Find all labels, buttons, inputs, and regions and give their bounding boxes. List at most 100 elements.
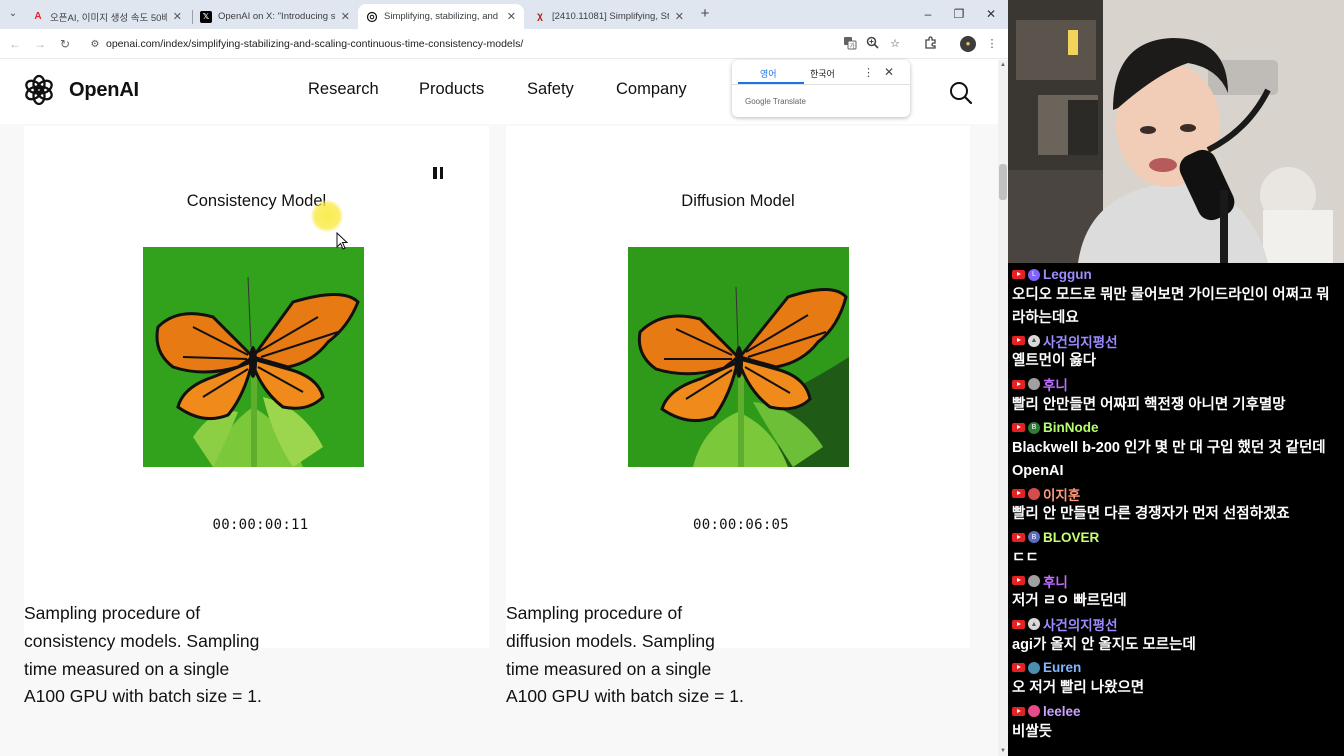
tab-close-icon[interactable]: ✕ [507, 10, 516, 23]
chat-user-row: 후니 [1012, 375, 1338, 394]
diffusion-model-title: Diffusion Model [681, 192, 795, 210]
pause-icon[interactable] [431, 167, 445, 181]
caption-line: Sampling procedure of [24, 603, 201, 623]
tab-close-icon[interactable]: ✕ [341, 10, 350, 23]
tab-close-icon[interactable]: ✕ [675, 10, 684, 23]
minimize-icon[interactable]: – [920, 6, 936, 22]
chat-user-row: leelee [1012, 702, 1338, 721]
chat-message: 이지훈 빨리 안 만들면 다른 경쟁자가 먼저 선점하겠죠 [1012, 484, 1338, 526]
restore-icon[interactable]: ❐ [951, 6, 967, 22]
tab-search-chevron-icon[interactable]: ⌄ [4, 6, 22, 22]
browser-toolbar: ← → ↻ ⚙ openai.com/index/simplifying-sta… [0, 29, 1008, 59]
reload-icon[interactable]: ↻ [56, 35, 74, 53]
youtube-badge-icon [1012, 663, 1025, 672]
translate-icon[interactable]: 가 [842, 36, 858, 52]
chat-text: ㄷㄷ [1012, 549, 1039, 566]
nav-products[interactable]: Products [419, 80, 484, 99]
chat-message: 후니 저거 ㄹㅇ 빠르던데 [1012, 571, 1338, 613]
tab-arxiv-paper[interactable]: χ [2410.11081] Simplifying, Stabilizing … [526, 4, 692, 29]
diffusion-timecode: 00:00:06:05 [692, 517, 790, 533]
tab-title: [2410.11081] Simplifying, Stabilizing [552, 11, 669, 22]
address-bar[interactable]: ⚙ openai.com/index/simplifying-stabilizi… [84, 32, 914, 56]
new-tab-plus-icon[interactable]: + [698, 6, 712, 22]
chat-message: ▲ 사건의지평선 agi가 올지 안 올지도 모르는데 [1012, 615, 1338, 657]
scroll-down-arrow-icon[interactable]: ▼ [998, 746, 1008, 756]
translate-options-kebab-icon[interactable]: ⋮ [863, 66, 874, 79]
openai-logo[interactable]: OpenAI [23, 74, 139, 106]
translate-source-language-tab[interactable]: 영어 [760, 67, 777, 80]
browser-menu-kebab-icon[interactable]: ⋮ [984, 36, 1000, 52]
chat-message: 후니 빨리 안만들면 어짜피 핵전쟁 아니면 기후멸망 [1012, 375, 1338, 417]
profile-avatar-icon[interactable]: ● [960, 36, 976, 52]
chat-username: Euren [1043, 660, 1082, 675]
web-page: OpenAI Research Products Safety Company … [0, 60, 998, 756]
svg-text:가: 가 [850, 42, 856, 50]
caption-line: Sampling procedure of [506, 603, 683, 623]
chat-username: 후니 [1043, 574, 1068, 590]
google-translate-popup: 영어 한국어 ⋮ ✕ Google Translate [732, 60, 910, 117]
diffusion-butterfly-video[interactable] [628, 247, 849, 467]
chat-user-row: ▲ 사건의지평선 [1012, 615, 1338, 634]
youtube-badge-icon [1012, 423, 1025, 432]
consistency-caption: Sampling procedure of consistency models… [24, 600, 324, 711]
chat-message: B BLOVER ㄷㄷ [1012, 528, 1338, 570]
chat-avatar-icon [1028, 661, 1040, 674]
window-close-icon[interactable]: ✕ [983, 6, 999, 22]
chat-text: agi가 올지 안 올지도 모르는데 [1012, 636, 1196, 653]
diffusion-caption: Sampling procedure of diffusion models. … [506, 600, 806, 711]
search-icon[interactable] [948, 80, 974, 106]
chat-user-row: B BLOVER [1012, 528, 1338, 547]
caption-line: consistency models. Sampling [24, 630, 260, 651]
site-info-tune-icon[interactable]: ⚙ [84, 39, 106, 50]
brand-wordmark: OpenAI [69, 78, 139, 101]
scroll-up-arrow-icon[interactable]: ▲ [998, 60, 1008, 70]
tab-title: Simplifying, stabilizing, and scaling [384, 11, 501, 22]
tab-x-post[interactable]: 𝕏 OpenAI on X: "Introducing sCM" ✕ [192, 4, 358, 29]
arxiv-favicon-icon: χ [537, 11, 543, 22]
openai-favicon-icon [366, 11, 378, 23]
chat-text: 옐트먼이 옳다 [1012, 353, 1097, 369]
extensions-puzzle-icon[interactable] [922, 36, 938, 52]
chat-username: 사건의지평선 [1043, 618, 1118, 633]
back-arrow-icon[interactable]: ← [6, 35, 24, 53]
streamer-webcam [1008, 0, 1344, 263]
chat-text: 빨리 안만들면 어짜피 핵전쟁 아니면 기후멸망 [1012, 396, 1286, 413]
chat-text: 저거 ㄹㅇ 빠르던데 [1012, 593, 1127, 609]
openai-blossom-icon [25, 74, 53, 106]
nav-company[interactable]: Company [616, 80, 687, 99]
youtube-badge-icon [1012, 706, 1025, 716]
chat-username: 후니 [1043, 378, 1068, 393]
caption-line: diffusion models. Sampling [506, 630, 715, 651]
tab-title: 오픈AI, 이미지 생성 속도 50배 [50, 12, 167, 24]
chat-avatar: B [1028, 421, 1040, 434]
nav-research[interactable]: Research [308, 80, 379, 99]
tab-openai-article[interactable]: Simplifying, stabilizing, and scaling ✕ [358, 4, 524, 29]
chat-avatar-icon: ▲ [1028, 334, 1040, 347]
tab-close-icon[interactable]: ✕ [173, 10, 182, 23]
chat-username: 이지훈 [1043, 487, 1081, 503]
chat-avatar: L [1028, 268, 1040, 281]
consistency-timecode: 00:00:00:11 [212, 517, 309, 533]
chat-username: Leggun [1043, 267, 1092, 282]
forward-arrow-icon[interactable]: → [31, 35, 49, 53]
youtube-badge-icon [1012, 270, 1025, 279]
chat-username: leelee [1043, 703, 1081, 719]
bookmark-star-icon[interactable]: ☆ [887, 36, 903, 52]
x-logo-icon: 𝕏 [200, 10, 212, 23]
chat-text: 오 저거 빨리 나왔으면 [1012, 680, 1145, 696]
chat-user-row: ▲ 사건의지평선 [1012, 331, 1338, 350]
translate-target-language-tab[interactable]: 한국어 [810, 67, 835, 80]
chat-text: 비쌀듯 [1012, 723, 1053, 740]
nav-safety[interactable]: Safety [527, 80, 574, 99]
translate-close-icon[interactable]: ✕ [884, 65, 894, 79]
scrollbar-thumb[interactable] [999, 164, 1007, 200]
tab-korean-article[interactable]: A 오픈AI, 이미지 생성 속도 50배 ✕ [24, 4, 190, 29]
caption-line: A100 GPU with batch size = 1. [24, 686, 262, 707]
chat-user-row: Euren [1012, 658, 1338, 677]
chat-text: 빨리 안 만들면 다른 경쟁자가 먼저 선점하겠죠 [1012, 506, 1290, 522]
live-chat-overlay: L Leggun 오디오 모드로 뭐만 물어보면 가이드라인이 어쩌고 뭐라하는… [1008, 263, 1344, 756]
page-scrollbar[interactable]: ▲ ▼ [998, 60, 1008, 756]
mouse-cursor-icon [336, 231, 349, 255]
consistency-butterfly-video[interactable] [143, 247, 364, 467]
zoom-icon[interactable] [864, 36, 880, 52]
